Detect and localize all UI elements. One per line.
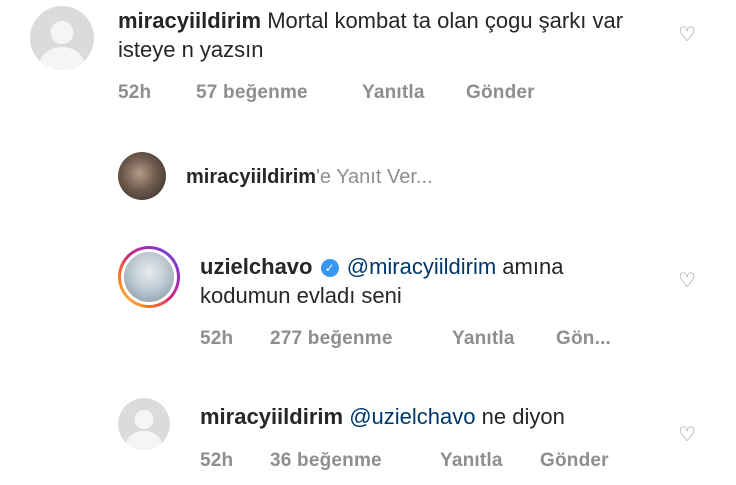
reply-prompt-username: miracyiildirim <box>186 166 317 188</box>
comment-username[interactable]: miracyiildirim <box>118 8 261 33</box>
comment-username[interactable]: uzielchavo <box>200 254 312 279</box>
like-heart-icon[interactable]: ♡ <box>678 268 696 293</box>
reply-prompt-suffix: 'e Yanıt Ver... <box>316 166 433 188</box>
comment-text: uzielchavo ✓ @miracyiildirim amına kodum… <box>200 252 660 310</box>
comment-username[interactable]: miracyiildirim <box>200 404 343 429</box>
mention-link[interactable]: @miracyiildirim <box>347 254 496 279</box>
verified-badge-icon: ✓ <box>320 259 339 277</box>
like-count-link[interactable]: 36 beğenme <box>270 450 382 472</box>
avatar[interactable] <box>118 398 170 450</box>
avatar[interactable] <box>30 6 94 70</box>
comment-text: miracyiildirim Mortal kombat ta olan çog… <box>118 6 638 64</box>
reply-prompt-avatar <box>118 152 166 200</box>
avatar[interactable] <box>118 246 180 308</box>
send-link[interactable]: Gönder <box>466 82 535 104</box>
reply-prompt[interactable]: miracyiildirim'e Yanıt Ver... <box>186 166 433 189</box>
comment-text: miracyiildirim @uzielchavo ne diyon <box>200 402 660 431</box>
comment-time: 52h <box>200 450 234 471</box>
reply-link[interactable]: Yanıtla <box>452 328 515 350</box>
send-link[interactable]: Gönder <box>540 450 609 472</box>
reply-link[interactable]: Yanıtla <box>440 450 503 472</box>
comment-meta: 52h <box>118 82 151 104</box>
comment-time: 52h <box>200 328 234 349</box>
comment-body: kodumun evladı seni <box>200 283 402 308</box>
comment-time: 52h <box>118 82 152 103</box>
like-heart-icon[interactable]: ♡ <box>678 22 696 47</box>
like-count-link[interactable]: 57 beğenme <box>196 82 308 104</box>
mention-link[interactable]: @uzielchavo <box>349 404 475 429</box>
comment-body: ne diyon <box>481 404 565 429</box>
reply-link[interactable]: Yanıtla <box>362 82 425 104</box>
comment-body: amına <box>502 254 564 279</box>
like-heart-icon[interactable]: ♡ <box>678 422 696 447</box>
like-count-link[interactable]: 277 beğenme <box>270 328 393 350</box>
send-link[interactable]: Gön... <box>556 328 611 350</box>
